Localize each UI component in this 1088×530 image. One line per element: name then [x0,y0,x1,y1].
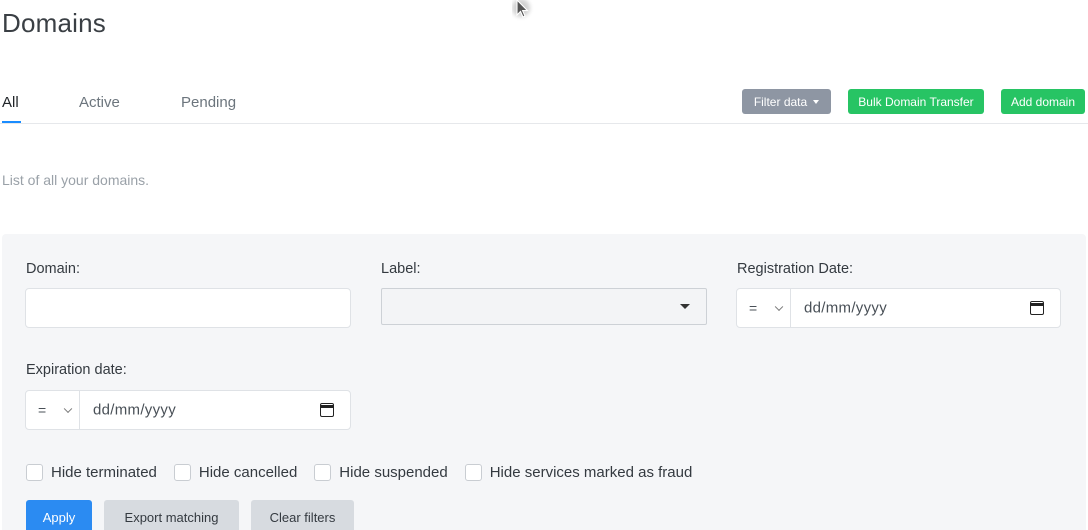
bulk-domain-transfer-button[interactable]: Bulk Domain Transfer [848,89,984,114]
page-description: List of all your domains. [2,172,150,188]
expiration-date-input[interactable]: dd/mm/yyyy [80,391,350,429]
caret-down-icon [813,100,820,104]
tab-pending[interactable]: Pending [181,94,236,111]
calendar-icon[interactable] [320,403,334,417]
hide-cancelled-checkbox[interactable]: Hide cancelled [173,463,298,481]
expiration-date-operator: = [38,402,47,418]
checkbox-box[interactable] [314,463,332,481]
checkbox-box[interactable] [173,463,191,481]
label-select[interactable] [381,288,707,325]
add-domain-button[interactable]: Add domain [1001,89,1085,114]
checkbox-box[interactable] [26,463,43,481]
checkbox-label: Hide services marked as fraud [489,463,693,481]
registration-date-operator-select[interactable]: = [737,289,791,327]
tab-active[interactable]: Active [79,94,120,111]
checkbox-row: Hide terminated Hide cancelled Hide susp… [26,462,709,482]
domain-input[interactable] [25,288,351,328]
registration-date-group: = dd/mm/yyyy [736,288,1061,328]
expiration-date-label: Expiration date: [26,362,127,378]
registration-date-label: Registration Date: [737,261,854,277]
domain-label: Domain: [26,261,80,277]
registration-date-operator: = [749,300,758,316]
expiration-date-operator-select[interactable]: = [26,391,80,429]
registration-date-input[interactable]: dd/mm/yyyy [791,289,1060,327]
calendar-icon[interactable] [1030,301,1044,315]
hide-terminated-checkbox[interactable]: Hide terminated [26,463,157,481]
expiration-date-placeholder: dd/mm/yyyy [93,401,177,419]
tab-all[interactable]: All [2,94,19,111]
checkbox-label: Hide terminated [51,463,157,481]
expiration-date-group: = dd/mm/yyyy [25,390,351,430]
export-matching-button[interactable]: Export matching [104,500,239,530]
apply-button[interactable]: Apply [26,500,92,530]
page-title: Domains [2,8,106,38]
clear-filters-button[interactable]: Clear filters [251,500,354,530]
filter-data-button[interactable]: Filter data [742,89,831,114]
checkbox-box[interactable] [464,463,482,481]
caret-down-icon [680,304,690,309]
filter-data-label: Filter data [753,94,808,109]
chevron-down-icon [774,302,784,312]
checkbox-label: Hide cancelled [198,463,298,481]
tab-active-indicator [2,121,21,123]
checkbox-label: Hide suspended [339,463,448,481]
hide-suspended-checkbox[interactable]: Hide suspended [314,463,448,481]
hide-fraud-checkbox[interactable]: Hide services marked as fraud [464,463,693,481]
label-label: Label: [381,261,421,277]
filter-panel [2,234,1086,530]
mouse-cursor-icon [512,0,530,18]
registration-date-placeholder: dd/mm/yyyy [804,299,888,317]
chevron-down-icon [63,404,73,414]
